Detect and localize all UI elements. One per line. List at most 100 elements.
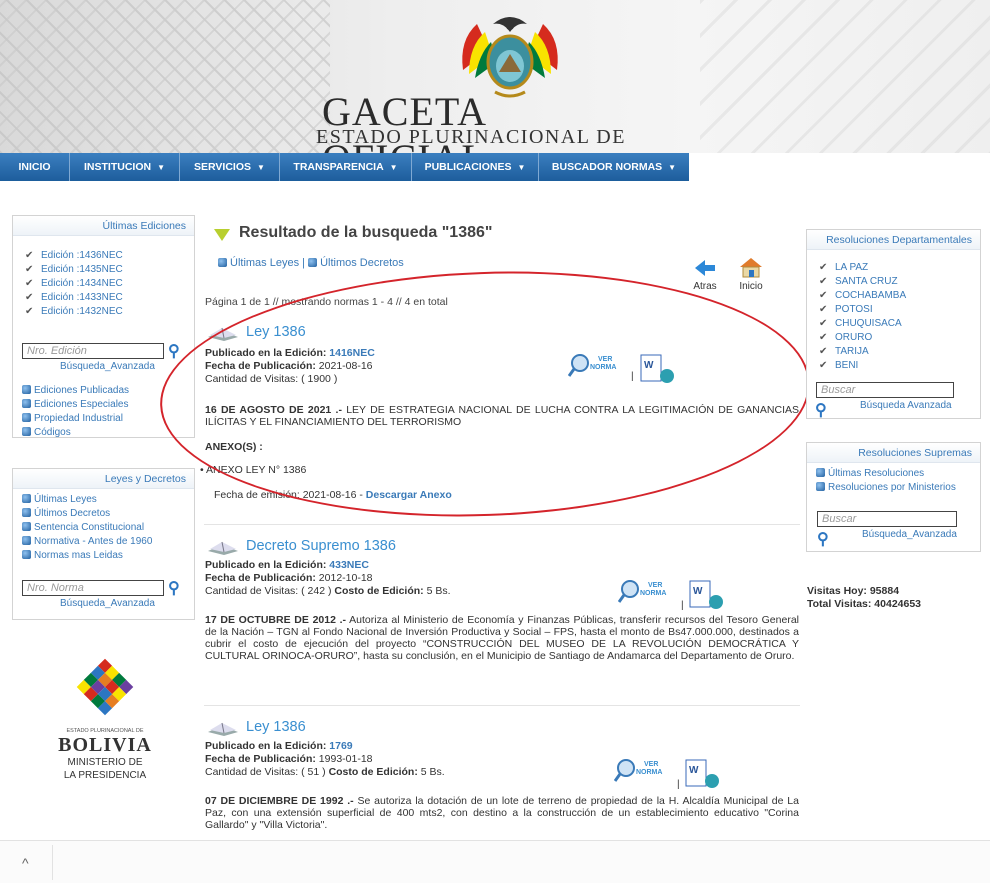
page: GACETA OFICIAL ESTADO PLURINACIONAL DE B… (0, 0, 990, 883)
link-ultimos-decretos-top[interactable]: Últimos Decretos (320, 257, 404, 269)
check-icon: ✔ (819, 360, 828, 371)
edition-search-input[interactable]: Nro. Edición (22, 343, 164, 359)
dept-potosi[interactable]: ✔ POTOSI (819, 303, 906, 317)
dept-search-input[interactable]: Buscar (816, 382, 954, 398)
link-separator: | (302, 257, 305, 269)
back-button[interactable]: Atras (692, 258, 718, 292)
nav-buscador-normas[interactable]: BUSCADOR NORMAS ▼ (539, 153, 689, 181)
nav-servicios[interactable]: SERVICIOS ▼ (180, 153, 280, 181)
dept-panel-title: Resoluciones Departamentales (807, 230, 980, 250)
result-divider (204, 524, 800, 525)
dept-tarija[interactable]: ✔ TARIJA (819, 345, 906, 359)
search-icon[interactable]: ⚲ (168, 578, 180, 598)
dept-chuquisaca[interactable]: ✔ CHUQUISACA (819, 317, 906, 331)
search-icon[interactable]: ⚲ (168, 341, 180, 361)
link-ultimas-resoluciones[interactable]: Últimas Resoluciones (816, 467, 956, 481)
nav-institucion[interactable]: INSTITUCION ▼ (70, 153, 180, 181)
link-ediciones-especiales[interactable]: Ediciones Especiales (22, 398, 129, 412)
ver-label: VER (644, 761, 659, 768)
supreme-resolutions-panel: Resoluciones Supremas Últimas Resolucion… (806, 442, 981, 552)
edition-link[interactable]: 1416NEC (329, 347, 375, 359)
link-ediciones-publicadas[interactable]: Ediciones Publicadas (22, 384, 129, 398)
dept-list: ✔ LA PAZ ✔ SANTA CRUZ ✔ COCHABAMBA ✔ POTOSI … (819, 261, 906, 373)
result-title-link[interactable]: Ley 1386 (246, 324, 306, 340)
link-sentencia-constitucional[interactable]: Sentencia Constitucional (22, 521, 152, 535)
download-annex-link[interactable]: Descargar Anexo (366, 489, 452, 501)
nav-inicio[interactable]: INICIO (0, 153, 70, 181)
supreme-links: Últimas Resoluciones Resoluciones por Mi… (816, 467, 956, 495)
search-icon[interactable]: ⚲ (815, 400, 827, 420)
check-icon: ✔ (819, 346, 828, 357)
bullet-icon (816, 482, 825, 491)
link-resoluciones-ministerios[interactable]: Resoluciones por Ministerios (816, 481, 956, 495)
result-date: Fecha de Publicación: 1993-01-18 (205, 753, 373, 765)
bullet-icon (22, 522, 31, 531)
arrow-left-icon (695, 260, 715, 276)
word-document-icon[interactable]: W (684, 759, 724, 791)
check-icon: ✔ (819, 332, 828, 343)
link-propiedad-industrial[interactable]: Propiedad Industrial (22, 412, 129, 426)
dept-beni[interactable]: ✔ BENI (819, 359, 906, 373)
bolivia-mosaic-logo-icon (76, 658, 134, 716)
check-icon: ✔ (819, 290, 828, 301)
book-icon (208, 327, 238, 341)
result-visits: Cantidad de Visitas: ( 242 ) Costo de Ed… (205, 585, 451, 597)
result-entry: Ley 1386 Publicado en la Edición: 1416NE… (200, 324, 800, 514)
editions-list: ✔ Edición :1436NEC ✔ Edición :1435NEC ✔ Edi… (25, 249, 123, 319)
result-visits: Cantidad de Visitas: ( 1900 ) (205, 373, 338, 385)
back-label: Atras (693, 281, 717, 292)
result-title-link[interactable]: Decreto Supremo 1386 (246, 538, 396, 554)
laws-panel: Leyes y Decretos Últimas Leyes Últimos D… (12, 468, 195, 620)
word-document-icon[interactable]: W (688, 580, 728, 612)
norma-label: NORMA (640, 590, 667, 597)
dept-oruro[interactable]: ✔ ORURO (819, 331, 906, 345)
ver-label: VER (598, 356, 613, 363)
book-icon (208, 541, 238, 555)
link-codigos[interactable]: Códigos (22, 426, 129, 440)
link-ultimas-leyes-top[interactable]: Últimas Leyes (230, 257, 299, 269)
edition-advanced-search-link[interactable]: Búsqueda_Avanzada (60, 361, 155, 372)
nav-publicaciones[interactable]: PUBLICACIONES ▼ (412, 153, 539, 181)
check-icon: ✔ (25, 250, 34, 261)
edition-link[interactable]: 1769 (329, 740, 352, 752)
supreme-panel-title: Resoluciones Supremas (807, 443, 980, 463)
svg-text:W: W (689, 765, 699, 776)
logo-bolivia-text: BOLIVIA (58, 734, 152, 756)
ver-label: VER (648, 582, 663, 589)
link-normas-mas-leidas[interactable]: Normas mas Leidas (22, 549, 152, 563)
norma-search-row: Nro. Norma ⚲ (22, 578, 180, 598)
dept-advanced-search-link[interactable]: Búsqueda Avanzada (860, 400, 952, 411)
search-icon[interactable]: ⚲ (817, 529, 829, 549)
dept-cochabamba[interactable]: ✔ COCHABAMBA (819, 289, 906, 303)
result-edition: Publicado en la Edición: 1769 (205, 740, 353, 752)
link-ultimos-decretos[interactable]: Últimos Decretos (22, 507, 152, 521)
edition-item[interactable]: ✔ Edición :1436NEC (25, 249, 123, 263)
laws-panel-title: Leyes y Decretos (13, 469, 194, 489)
norma-search-input[interactable]: Nro. Norma (22, 580, 164, 596)
annex-date: Fecha de emisión: 2021-08-16 - Descargar… (214, 489, 452, 501)
check-icon: ✔ (25, 264, 34, 275)
edition-item[interactable]: ✔ Edición :1432NEC (25, 305, 123, 319)
edition-item[interactable]: ✔ Edición :1435NEC (25, 263, 123, 277)
bullet-icon (22, 494, 31, 503)
word-document-icon[interactable]: W (639, 354, 679, 386)
dept-la-paz[interactable]: ✔ LA PAZ (819, 261, 906, 275)
link-normativa-antes-1960[interactable]: Normativa - Antes de 1960 (22, 535, 152, 549)
link-ultimas-leyes[interactable]: Últimas Leyes (22, 493, 152, 507)
check-icon: ✔ (25, 306, 34, 317)
edition-link[interactable]: 433NEC (329, 559, 369, 571)
result-divider (204, 705, 800, 706)
result-title-link[interactable]: Ley 1386 (246, 719, 306, 735)
check-icon: ✔ (819, 318, 828, 329)
nav-transparencia[interactable]: TRANSPARENCIA ▼ (280, 153, 412, 181)
norma-advanced-search-link[interactable]: Búsqueda_Avanzada (60, 598, 155, 609)
dept-santa-cruz[interactable]: ✔ SANTA CRUZ (819, 275, 906, 289)
home-button[interactable]: Inicio (736, 256, 766, 292)
edition-item[interactable]: ✔ Edición :1434NEC (25, 277, 123, 291)
pagination-text: Página 1 de 1 // mostrando normas 1 - 4 … (205, 296, 448, 308)
supreme-advanced-search-link[interactable]: Búsqueda_Avanzada (862, 529, 957, 540)
supreme-search-input[interactable]: Buscar (817, 511, 957, 527)
scroll-up-icon[interactable]: ^ (22, 855, 29, 871)
edition-item[interactable]: ✔ Edición :1433NEC (25, 291, 123, 305)
check-icon: ✔ (819, 262, 828, 273)
